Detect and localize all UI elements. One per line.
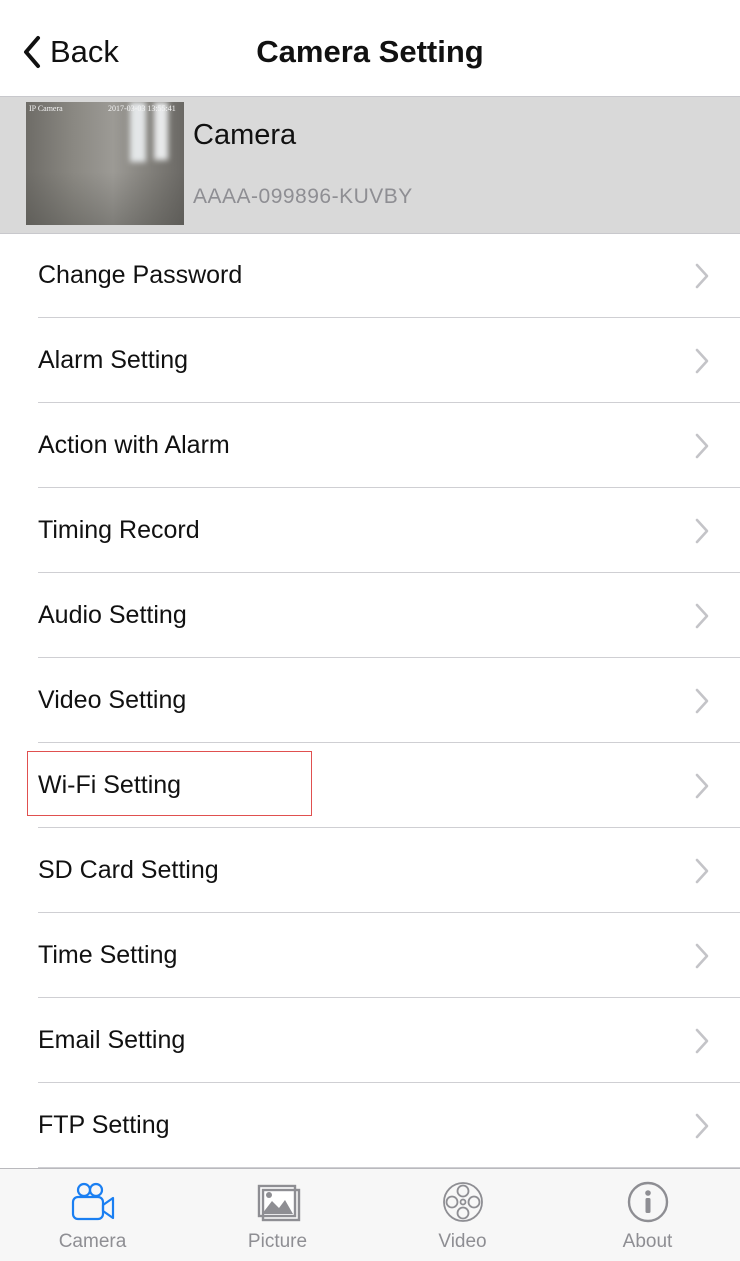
setting-label: Alarm Setting xyxy=(38,346,189,374)
setting-row-email-setting[interactable]: Email Setting xyxy=(0,998,740,1083)
camera-icon xyxy=(68,1181,118,1225)
thumbnail-osd-time: 2017-03-03 13:55:41 xyxy=(108,104,176,113)
setting-row-wi-fi-setting[interactable]: Wi-Fi Setting xyxy=(0,743,740,828)
tab-about[interactable]: About xyxy=(555,1169,740,1261)
setting-row-video-setting[interactable]: Video Setting xyxy=(0,658,740,743)
nav-bar: Back Camera Setting xyxy=(0,0,740,97)
chevron-right-icon xyxy=(694,773,710,799)
setting-row-time-setting[interactable]: Time Setting xyxy=(0,913,740,998)
chevron-right-icon xyxy=(694,603,710,629)
camera-setting-screen: Back Camera Setting IP Camera 2017-03-03… xyxy=(0,0,740,1261)
setting-row-audio-setting[interactable]: Audio Setting xyxy=(0,573,740,658)
tab-label: Camera xyxy=(58,1231,127,1252)
setting-label: Time Setting xyxy=(38,941,178,969)
setting-label: FTP Setting xyxy=(38,1111,170,1139)
tab-camera[interactable]: Camera xyxy=(0,1169,185,1261)
setting-row-timing-record[interactable]: Timing Record xyxy=(0,488,740,573)
chevron-right-icon xyxy=(694,263,710,289)
page-title: Camera Setting xyxy=(256,34,484,69)
chevron-right-icon xyxy=(694,688,710,714)
setting-row-action-with-alarm[interactable]: Action with Alarm xyxy=(0,403,740,488)
chevron-right-icon xyxy=(694,858,710,884)
tab-label: About xyxy=(622,1231,673,1252)
chevron-right-icon xyxy=(694,943,710,969)
setting-row-alarm-setting[interactable]: Alarm Setting xyxy=(0,318,740,403)
device-id: AAAA-099896-KUVBY xyxy=(193,185,413,208)
tab-picture[interactable]: Picture xyxy=(185,1169,370,1261)
setting-label: Timing Record xyxy=(38,516,200,544)
thumbnail-shade xyxy=(26,172,184,225)
chevron-right-icon xyxy=(694,348,710,374)
camera-thumbnail: IP Camera 2017-03-03 13:55:41 xyxy=(26,102,184,225)
chevron-right-icon xyxy=(694,433,710,459)
tab-label: Video xyxy=(438,1231,487,1252)
settings-list: Change Password Alarm Setting Action with … xyxy=(0,233,740,1168)
chevron-right-icon xyxy=(694,1028,710,1054)
thumbnail-osd-name: IP Camera xyxy=(29,104,63,113)
info-icon xyxy=(623,1181,673,1225)
setting-label: Email Setting xyxy=(38,1026,186,1054)
tab-label: Picture xyxy=(247,1231,308,1252)
setting-row-sd-card-setting[interactable]: SD Card Setting xyxy=(0,828,740,913)
setting-label: Wi-Fi Setting xyxy=(38,771,182,799)
setting-row-change-password[interactable]: Change Password xyxy=(0,233,740,318)
film-reel-icon xyxy=(438,1181,488,1225)
device-name: Camera xyxy=(193,119,297,151)
setting-label: Action with Alarm xyxy=(38,431,230,459)
chevron-right-icon xyxy=(694,518,710,544)
chevron-right-icon xyxy=(694,1113,710,1139)
tab-video[interactable]: Video xyxy=(370,1169,555,1261)
setting-label: Audio Setting xyxy=(38,601,187,629)
picture-icon xyxy=(253,1181,303,1225)
device-header: IP Camera 2017-03-03 13:55:41 Camera AAA… xyxy=(0,97,740,234)
setting-label: Video Setting xyxy=(38,686,187,714)
setting-row-ftp-setting[interactable]: FTP Setting xyxy=(0,1083,740,1168)
setting-label: SD Card Setting xyxy=(38,856,219,884)
setting-label: Change Password xyxy=(38,261,243,289)
tab-bar: Camera Picture Video About xyxy=(0,1168,740,1261)
